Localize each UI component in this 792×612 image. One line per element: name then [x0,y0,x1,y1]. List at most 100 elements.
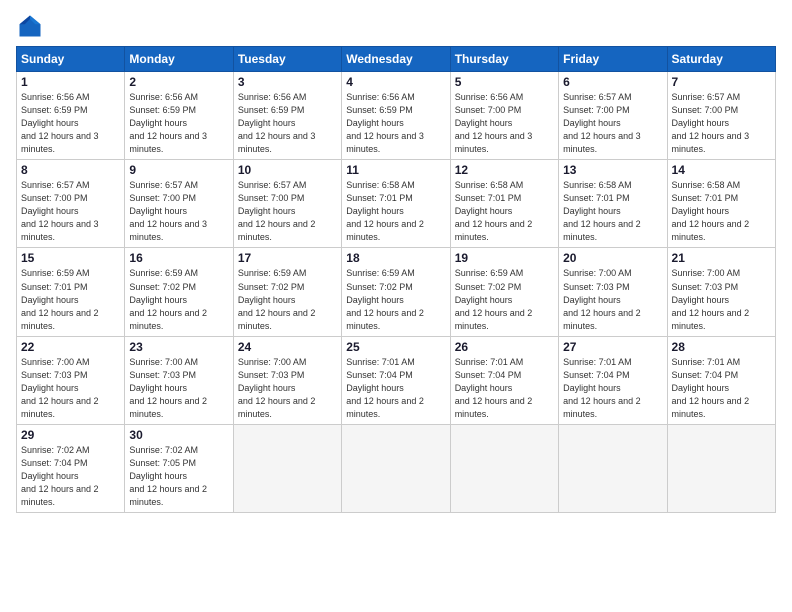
calendar-cell: 19 Sunrise: 6:59 AMSunset: 7:02 PMDayligh… [450,248,558,336]
day-info: Sunrise: 6:57 AMSunset: 7:00 PMDaylight … [129,179,228,244]
day-number: 22 [21,340,120,354]
calendar-cell: 23 Sunrise: 7:00 AMSunset: 7:03 PMDayligh… [125,336,233,424]
day-number: 19 [455,251,554,265]
logo [16,12,48,40]
day-info: Sunrise: 7:00 AMSunset: 7:03 PMDaylight … [129,356,228,421]
day-info: Sunrise: 7:02 AMSunset: 7:05 PMDaylight … [129,444,228,509]
day-number: 13 [563,163,662,177]
day-info: Sunrise: 6:57 AMSunset: 7:00 PMDaylight … [21,179,120,244]
day-info: Sunrise: 7:01 AMSunset: 7:04 PMDaylight … [563,356,662,421]
day-info: Sunrise: 7:01 AMSunset: 7:04 PMDaylight … [346,356,445,421]
calendar-cell: 9 Sunrise: 6:57 AMSunset: 7:00 PMDaylight… [125,160,233,248]
day-info: Sunrise: 6:56 AMSunset: 7:00 PMDaylight … [455,91,554,156]
day-number: 7 [672,75,771,89]
calendar-cell: 6 Sunrise: 6:57 AMSunset: 7:00 PMDaylight… [559,72,667,160]
calendar-cell: 13 Sunrise: 6:58 AMSunset: 7:01 PMDayligh… [559,160,667,248]
calendar-cell: 26 Sunrise: 7:01 AMSunset: 7:04 PMDayligh… [450,336,558,424]
day-number: 23 [129,340,228,354]
calendar-cell: 8 Sunrise: 6:57 AMSunset: 7:00 PMDaylight… [17,160,125,248]
day-number: 1 [21,75,120,89]
calendar-cell: 10 Sunrise: 6:57 AMSunset: 7:00 PMDayligh… [233,160,341,248]
day-number: 20 [563,251,662,265]
calendar-cell: 17 Sunrise: 6:59 AMSunset: 7:02 PMDayligh… [233,248,341,336]
day-info: Sunrise: 7:00 AMSunset: 7:03 PMDaylight … [238,356,337,421]
day-number: 16 [129,251,228,265]
calendar-cell: 5 Sunrise: 6:56 AMSunset: 7:00 PMDaylight… [450,72,558,160]
calendar-cell: 4 Sunrise: 6:56 AMSunset: 6:59 PMDaylight… [342,72,450,160]
day-info: Sunrise: 6:56 AMSunset: 6:59 PMDaylight … [21,91,120,156]
day-number: 15 [21,251,120,265]
day-number: 21 [672,251,771,265]
calendar-cell: 15 Sunrise: 6:59 AMSunset: 7:01 PMDayligh… [17,248,125,336]
day-header-tuesday: Tuesday [233,47,341,72]
day-info: Sunrise: 7:01 AMSunset: 7:04 PMDaylight … [455,356,554,421]
calendar-cell: 27 Sunrise: 7:01 AMSunset: 7:04 PMDayligh… [559,336,667,424]
calendar-cell: 2 Sunrise: 6:56 AMSunset: 6:59 PMDaylight… [125,72,233,160]
day-header-friday: Friday [559,47,667,72]
day-number: 3 [238,75,337,89]
calendar-cell: 20 Sunrise: 7:00 AMSunset: 7:03 PMDayligh… [559,248,667,336]
day-info: Sunrise: 7:00 AMSunset: 7:03 PMDaylight … [563,267,662,332]
day-header-thursday: Thursday [450,47,558,72]
day-number: 4 [346,75,445,89]
day-info: Sunrise: 6:59 AMSunset: 7:02 PMDaylight … [346,267,445,332]
day-info: Sunrise: 7:00 AMSunset: 7:03 PMDaylight … [21,356,120,421]
day-info: Sunrise: 6:56 AMSunset: 6:59 PMDaylight … [129,91,228,156]
page: SundayMondayTuesdayWednesdayThursdayFrid… [0,0,792,612]
day-number: 28 [672,340,771,354]
calendar-cell [450,424,558,512]
day-number: 5 [455,75,554,89]
calendar-cell: 14 Sunrise: 6:58 AMSunset: 7:01 PMDayligh… [667,160,775,248]
day-number: 2 [129,75,228,89]
header [16,12,776,40]
day-info: Sunrise: 6:59 AMSunset: 7:02 PMDaylight … [238,267,337,332]
calendar-cell: 21 Sunrise: 7:00 AMSunset: 7:03 PMDayligh… [667,248,775,336]
day-number: 14 [672,163,771,177]
day-number: 11 [346,163,445,177]
calendar-cell [233,424,341,512]
calendar-header-row: SundayMondayTuesdayWednesdayThursdayFrid… [17,47,776,72]
day-number: 27 [563,340,662,354]
calendar-cell [342,424,450,512]
day-info: Sunrise: 6:56 AMSunset: 6:59 PMDaylight … [238,91,337,156]
day-number: 17 [238,251,337,265]
day-number: 29 [21,428,120,442]
day-info: Sunrise: 6:58 AMSunset: 7:01 PMDaylight … [346,179,445,244]
day-info: Sunrise: 6:56 AMSunset: 6:59 PMDaylight … [346,91,445,156]
day-info: Sunrise: 6:57 AMSunset: 7:00 PMDaylight … [238,179,337,244]
day-info: Sunrise: 7:01 AMSunset: 7:04 PMDaylight … [672,356,771,421]
calendar-cell: 18 Sunrise: 6:59 AMSunset: 7:02 PMDayligh… [342,248,450,336]
day-info: Sunrise: 6:59 AMSunset: 7:02 PMDaylight … [455,267,554,332]
day-number: 26 [455,340,554,354]
day-number: 10 [238,163,337,177]
calendar-cell: 28 Sunrise: 7:01 AMSunset: 7:04 PMDayligh… [667,336,775,424]
calendar-cell: 12 Sunrise: 6:58 AMSunset: 7:01 PMDayligh… [450,160,558,248]
calendar-cell: 29 Sunrise: 7:02 AMSunset: 7:04 PMDayligh… [17,424,125,512]
calendar-cell: 1 Sunrise: 6:56 AMSunset: 6:59 PMDaylight… [17,72,125,160]
calendar-cell: 25Sunrise: 7:01 AMSunset: 7:04 PMDayligh… [342,336,450,424]
day-info: Sunrise: 6:58 AMSunset: 7:01 PMDaylight … [455,179,554,244]
day-number: 12 [455,163,554,177]
day-info: Sunrise: 6:58 AMSunset: 7:01 PMDaylight … [672,179,771,244]
calendar-cell: 7Sunrise: 6:57 AMSunset: 7:00 PMDaylight… [667,72,775,160]
day-number: 18 [346,251,445,265]
day-number: 6 [563,75,662,89]
calendar-cell: 3 Sunrise: 6:56 AMSunset: 6:59 PMDaylight… [233,72,341,160]
day-info: Sunrise: 6:57 AMSunset: 7:00 PMDaylight … [563,91,662,156]
calendar-cell: 30 Sunrise: 7:02 AMSunset: 7:05 PMDayligh… [125,424,233,512]
logo-icon [16,12,44,40]
day-info: Sunrise: 6:59 AMSunset: 7:01 PMDaylight … [21,267,120,332]
day-info: Sunrise: 7:00 AMSunset: 7:03 PMDaylight … [672,267,771,332]
day-header-wednesday: Wednesday [342,47,450,72]
calendar-cell: 11 Sunrise: 6:58 AMSunset: 7:01 PMDayligh… [342,160,450,248]
day-info: Sunrise: 6:58 AMSunset: 7:01 PMDaylight … [563,179,662,244]
day-info: Sunrise: 7:02 AMSunset: 7:04 PMDaylight … [21,444,120,509]
calendar-cell [667,424,775,512]
calendar-cell: 16Sunrise: 6:59 AMSunset: 7:02 PMDayligh… [125,248,233,336]
day-number: 24 [238,340,337,354]
day-header-sunday: Sunday [17,47,125,72]
calendar-cell: 24 Sunrise: 7:00 AMSunset: 7:03 PMDayligh… [233,336,341,424]
day-number: 8 [21,163,120,177]
day-number: 9 [129,163,228,177]
day-number: 30 [129,428,228,442]
